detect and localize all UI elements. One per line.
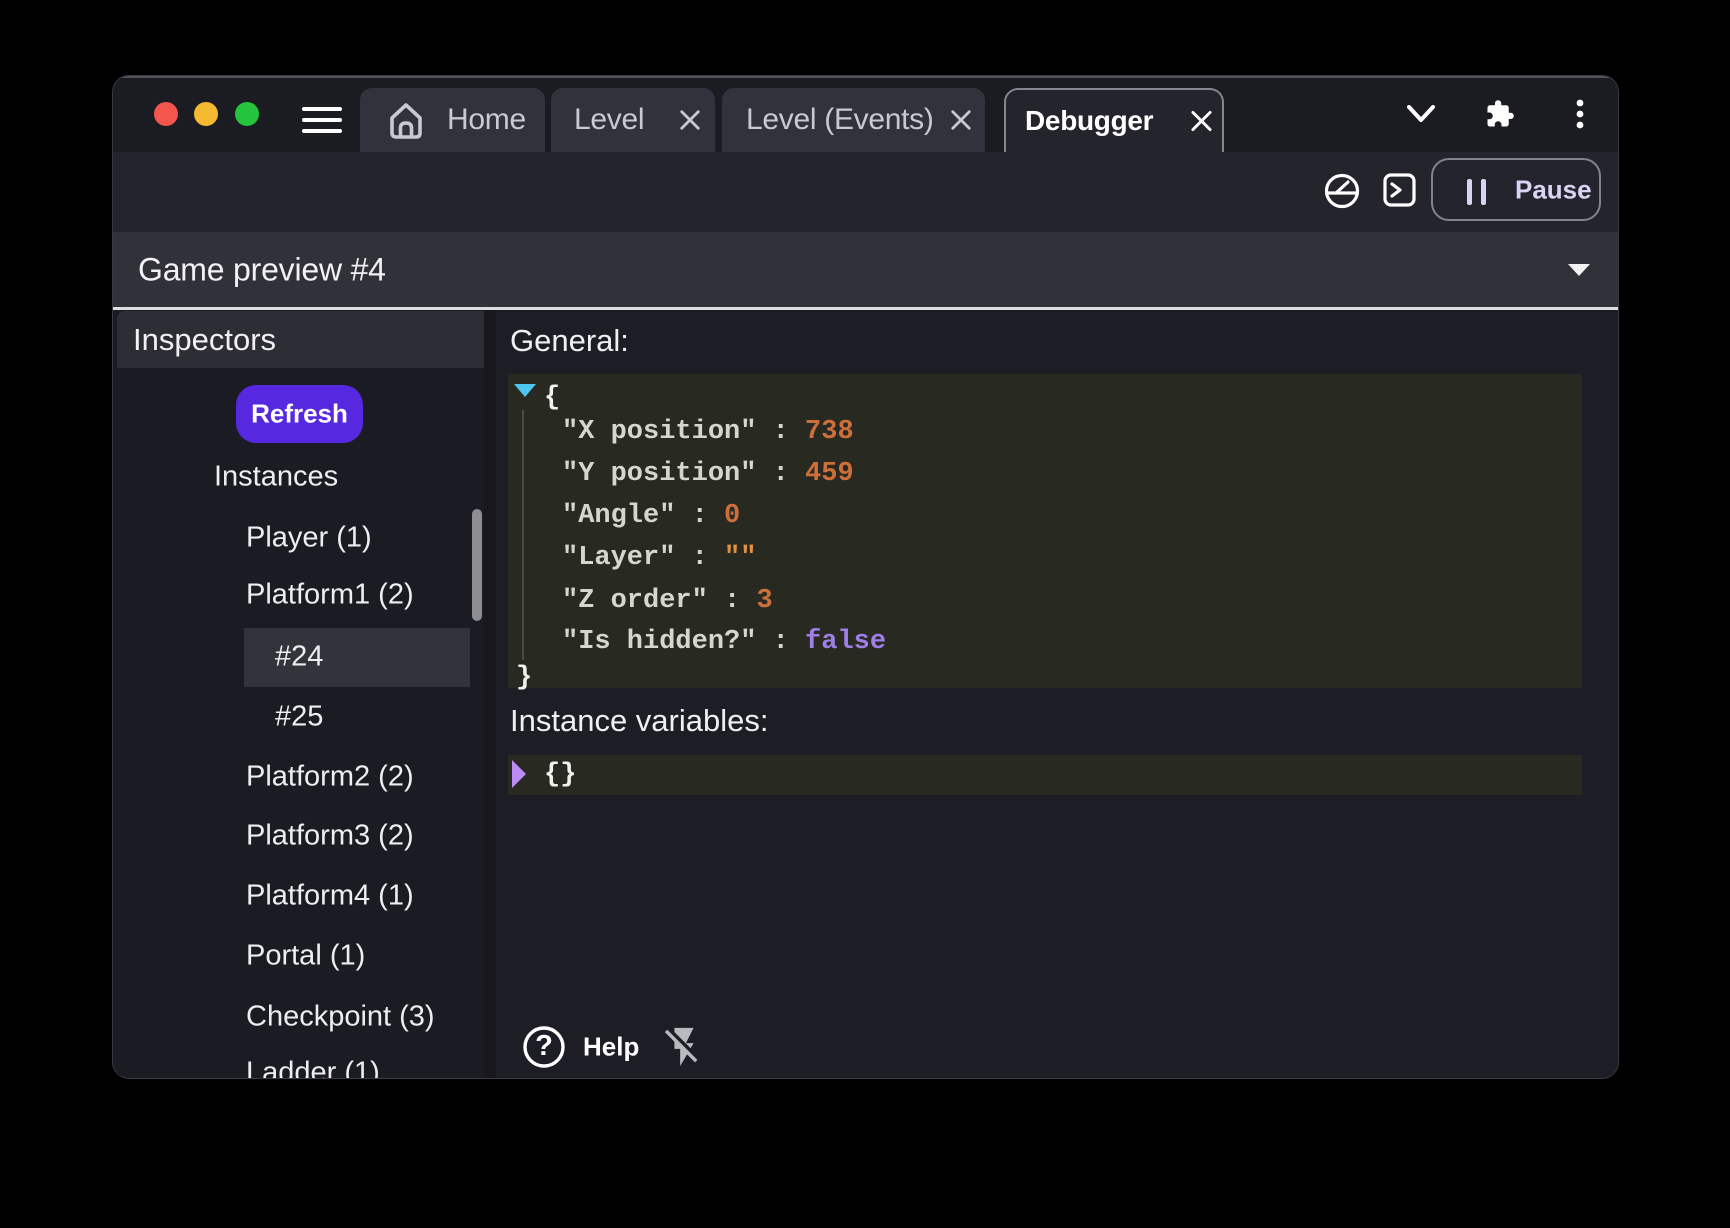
svg-text:?: ? bbox=[535, 1030, 553, 1062]
